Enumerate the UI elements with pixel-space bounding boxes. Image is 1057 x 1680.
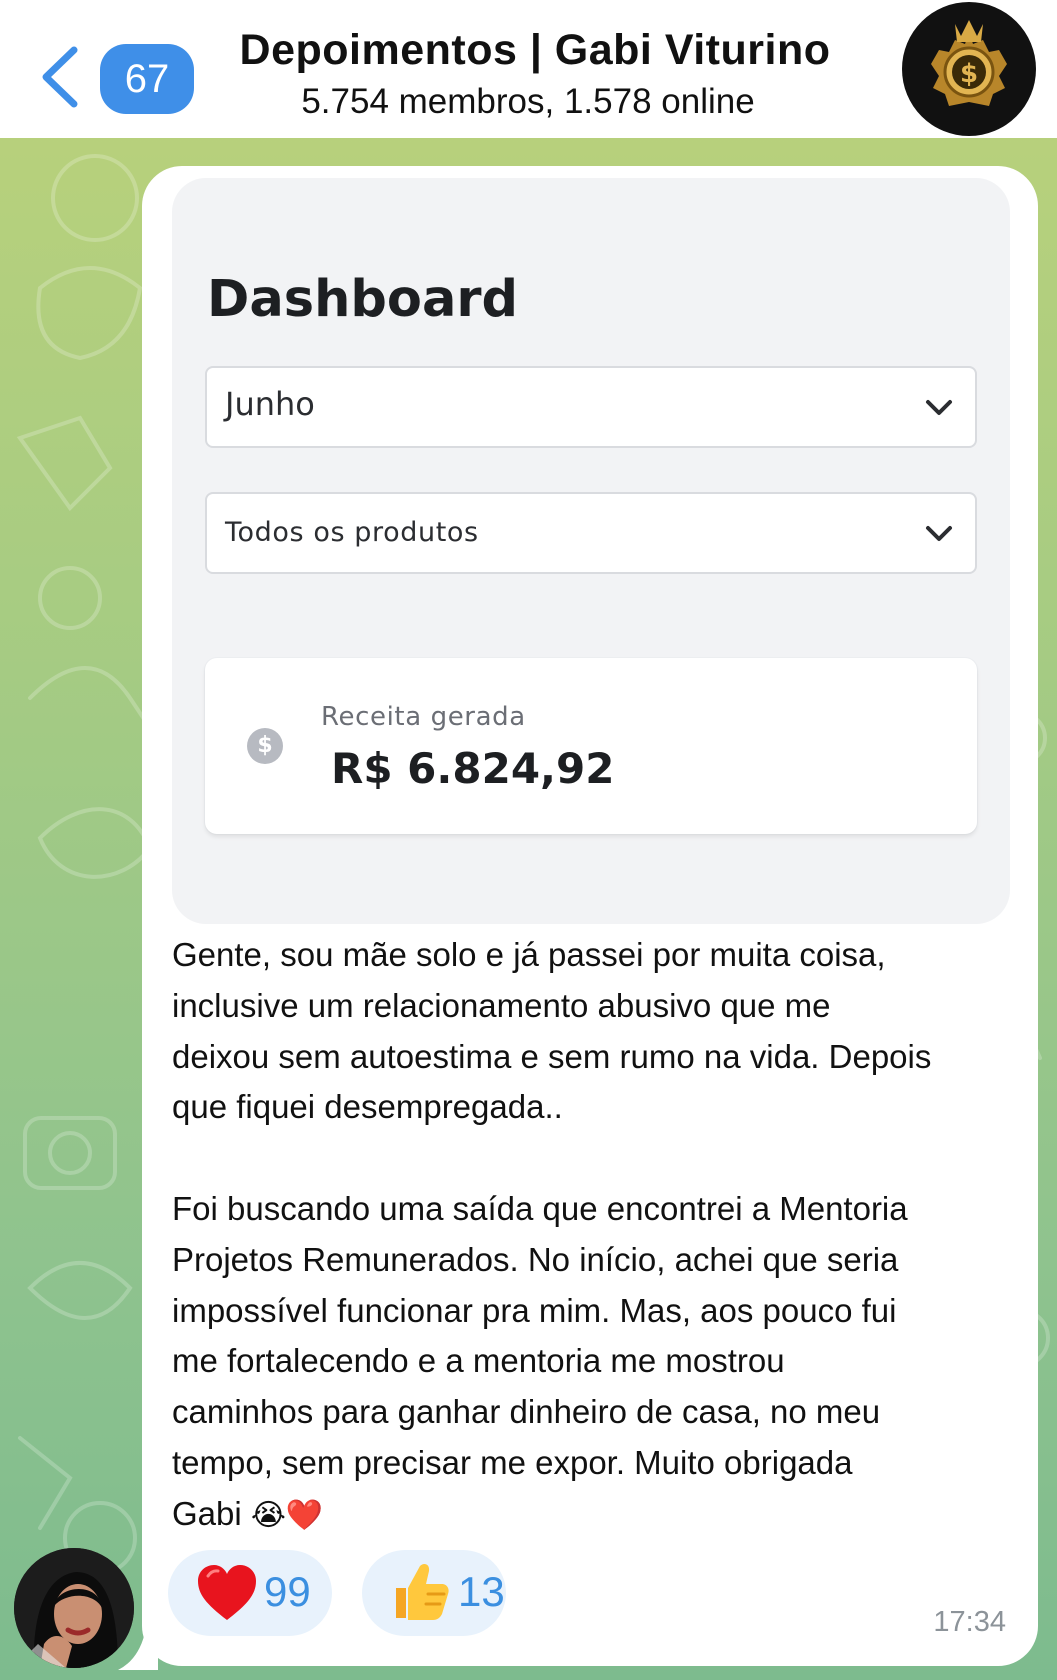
reaction-thumbs-up[interactable]: 13 [362, 1550, 506, 1636]
unread-count-badge[interactable]: 67 [100, 44, 194, 114]
chat-member-count: 5.754 membros, 1.578 online [301, 82, 755, 121]
reaction-thumbs-up-count: 13 [458, 1568, 505, 1615]
dollar-shield-logo-icon: $ [931, 20, 1007, 106]
reaction-heart[interactable]: 99 [168, 1550, 332, 1636]
chevron-down-icon [926, 526, 952, 541]
dashboard-screenshot[interactable]: Dashboard Junho Todos os produtos $ Rece… [172, 178, 1010, 924]
revenue-label: Receita gerada [321, 702, 526, 732]
message-body: Gente, sou mãe solo e já passei por muit… [172, 936, 932, 1532]
svg-text:$: $ [960, 59, 978, 89]
channel-avatar[interactable]: $ [902, 2, 1036, 136]
product-select-value: Todos os produtos [225, 517, 479, 548]
thumbs-up-icon [396, 1563, 449, 1620]
message-bubble[interactable]: Dashboard Junho Todos os produtos $ Rece… [142, 166, 1038, 1666]
product-select: Todos os produtos [205, 492, 977, 574]
dollar-icon: $ [247, 728, 283, 764]
revenue-card: $ Receita gerada R$ 6.824,92 [205, 658, 977, 834]
chevron-left-icon[interactable] [36, 42, 86, 112]
chat-header: 67 Depoimentos | Gabi Viturino 5.754 mem… [0, 0, 1057, 138]
month-select-value: Junho [225, 385, 315, 423]
reaction-heart-count: 99 [264, 1568, 311, 1615]
revenue-value: R$ 6.824,92 [331, 744, 615, 793]
message-time: 17:34 [933, 1606, 1006, 1638]
month-select: Junho [205, 366, 977, 448]
chat-title[interactable]: Depoimentos | Gabi Viturino [200, 26, 870, 75]
sender-avatar[interactable] [14, 1548, 134, 1668]
crying-heart-emoji: 😭❤️ [250, 1497, 324, 1533]
message-text: Gente, sou mãe solo e já passei por muit… [172, 930, 1022, 1542]
heart-icon [198, 1565, 256, 1620]
chevron-down-icon [926, 400, 952, 415]
dashboard-title: Dashboard [207, 270, 519, 329]
sender-photo [14, 1548, 134, 1668]
